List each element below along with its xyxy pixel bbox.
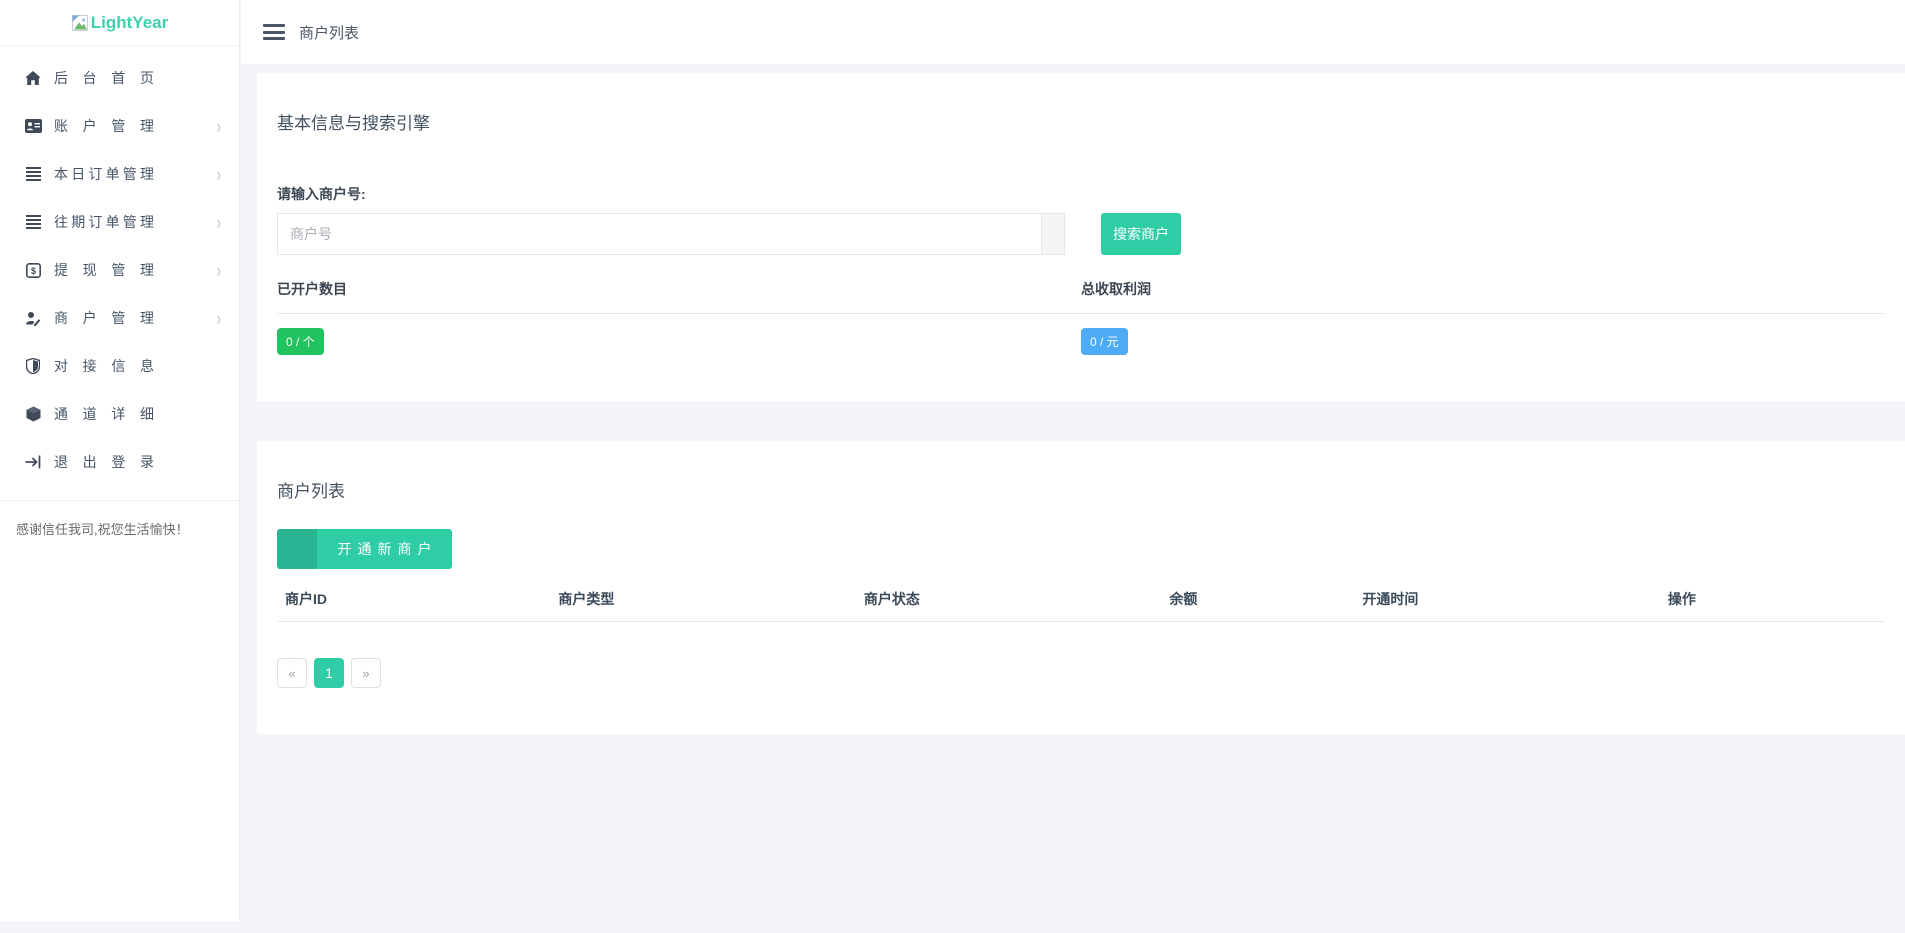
id-card-icon [24, 117, 42, 135]
pagination-page-1-button[interactable]: 1 [314, 658, 344, 688]
sidebar-item-channels[interactable]: 通道详细 [0, 390, 239, 438]
chevron-right-icon: › [217, 116, 221, 137]
column-balance: 余额 [1161, 579, 1354, 622]
search-card: 基本信息与搜索引擎 请输入商户号: 搜索商户 已开户数目 总收取利润 0 / 个… [257, 73, 1905, 401]
sidebar-item-withdraw[interactable]: $ 提现管理 › [0, 246, 239, 294]
add-merchant-button-label: 开通新商户 [317, 529, 452, 569]
cube-icon [24, 405, 42, 423]
broken-image-icon [71, 14, 89, 32]
pagination: « 1 » [277, 658, 1885, 688]
sidebar-item-integration[interactable]: 对接信息 [0, 342, 239, 390]
opened-accounts-badge: 0 / 个 [277, 328, 324, 355]
pagination-prev-button[interactable]: « [277, 658, 307, 688]
merchant-list-card: 商户列表 开通新商户 商户ID 商户类型 商户状态 余额 开通时间 操作 « 1… [257, 441, 1905, 734]
sidebar-item-label: 退出登录 [54, 452, 154, 472]
user-edit-icon [24, 309, 42, 327]
sidebar-item-accounts[interactable]: 账户管理 › [0, 102, 239, 150]
search-row: 搜索商户 [277, 213, 1885, 255]
hamburger-menu-icon[interactable] [263, 24, 285, 40]
pagination-next-button[interactable]: » [351, 658, 381, 688]
page-title: 商户列表 [299, 22, 359, 43]
logo: LightYear [0, 0, 239, 46]
sidebar-menu: 后台首页 账户管理 › 本日订单管理 › 往期订单管理 › $ [0, 46, 239, 486]
search-card-title: 基本信息与搜索引擎 [277, 109, 1885, 134]
search-merchant-button[interactable]: 搜索商户 [1101, 213, 1181, 255]
sidebar-item-label: 提现管理 [54, 260, 154, 280]
home-icon [24, 69, 42, 87]
sidebar: LightYear 后台首页 账户管理 › 本日订单管理 › [0, 0, 240, 921]
dollar-square-icon: $ [24, 261, 42, 279]
sidebar-item-today-orders[interactable]: 本日订单管理 › [0, 150, 239, 198]
sidebar-item-home[interactable]: 后台首页 [0, 54, 239, 102]
add-merchant-button[interactable]: 开通新商户 [277, 529, 452, 569]
column-merchant-status: 商户状态 [856, 579, 1162, 622]
main-content: 基本信息与搜索引擎 请输入商户号: 搜索商户 已开户数目 总收取利润 0 / 个… [241, 64, 1905, 933]
svg-text:$: $ [30, 266, 35, 276]
merchant-id-input-group [277, 213, 1065, 255]
merchant-id-label: 请输入商户号: [277, 184, 1885, 204]
merchant-list-title: 商户列表 [277, 477, 1885, 502]
chevron-right-icon: › [217, 308, 221, 329]
column-actions: 操作 [1660, 579, 1885, 622]
topbar: 商户列表 [241, 0, 1905, 64]
shield-icon [24, 357, 42, 375]
chevron-right-icon: › [217, 212, 221, 233]
stat-header-opened-accounts: 已开户数目 [277, 279, 1081, 314]
sidebar-item-merchants[interactable]: 商户管理 › [0, 294, 239, 342]
merchant-id-input[interactable] [278, 214, 1041, 254]
sidebar-item-past-orders[interactable]: 往期订单管理 › [0, 198, 239, 246]
column-merchant-type: 商户类型 [550, 579, 856, 622]
sidebar-item-label: 往期订单管理 [54, 212, 154, 232]
sidebar-item-label: 本日订单管理 [54, 164, 154, 184]
merchant-table: 商户ID 商户类型 商户状态 余额 开通时间 操作 [277, 579, 1885, 622]
sidebar-item-label: 后台首页 [54, 68, 154, 88]
sidebar-item-logout[interactable]: 退出登录 [0, 438, 239, 486]
sidebar-item-label: 通道详细 [54, 404, 154, 424]
sidebar-item-label: 对接信息 [54, 356, 154, 376]
sidebar-item-label: 账户管理 [54, 116, 154, 136]
input-addon [1041, 214, 1064, 254]
list-icon [24, 165, 42, 183]
stat-header-total-profit: 总收取利润 [1081, 279, 1885, 314]
sidebar-footer-note: 感谢信任我司,祝您生活愉快！ [0, 500, 239, 538]
list-icon [24, 213, 42, 231]
stats-table: 已开户数目 总收取利润 0 / 个 0 / 元 [277, 279, 1885, 355]
logout-icon [24, 453, 42, 471]
chevron-right-icon: › [217, 164, 221, 185]
add-merchant-button-accent [277, 529, 317, 569]
logo-text: LightYear [91, 13, 168, 33]
column-open-time: 开通时间 [1354, 579, 1660, 622]
sidebar-item-label: 商户管理 [54, 308, 154, 328]
stat-cell-opened-accounts: 0 / 个 [277, 314, 1081, 355]
merchant-table-header-row: 商户ID 商户类型 商户状态 余额 开通时间 操作 [277, 579, 1885, 622]
column-merchant-id: 商户ID [277, 579, 550, 622]
stat-cell-total-profit: 0 / 元 [1081, 314, 1885, 355]
total-profit-badge: 0 / 元 [1081, 328, 1128, 355]
chevron-right-icon: › [217, 260, 221, 281]
